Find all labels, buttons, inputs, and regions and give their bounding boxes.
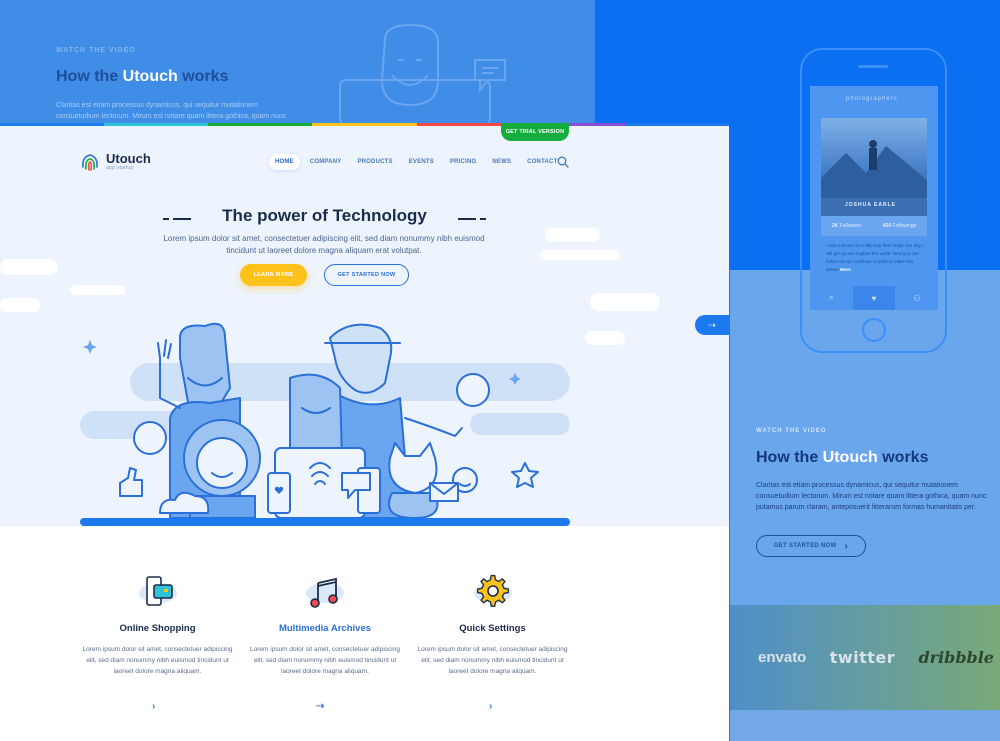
cloud: [0, 259, 58, 275]
cloud: [70, 285, 125, 295]
nav-events[interactable]: EVENTS: [403, 154, 440, 170]
cloud: [585, 331, 625, 345]
get-started-button[interactable]: GET STARTED NOW: [324, 264, 409, 286]
team-illustration: [80, 322, 570, 526]
color-strip: [0, 123, 729, 126]
feature-title[interactable]: Multimedia Archives: [248, 623, 403, 634]
nav-pricing[interactable]: PRICING: [444, 154, 482, 170]
color-strip-segment: [0, 123, 105, 126]
gear-icon: [473, 574, 512, 607]
main-nav: HOME COMPANY PRODUCTS EVENTS PRICING NEW…: [269, 154, 563, 170]
phone-stats: 2K Followers 450 Followings: [821, 216, 927, 236]
phone-tab-search-icon[interactable]: ⌕: [810, 286, 853, 310]
video-eyebrow: WATCH THE VIDEO: [756, 428, 827, 434]
nav-news[interactable]: NEWS: [486, 154, 517, 170]
cloud: [545, 228, 600, 242]
phone-app-header: photographers: [846, 96, 898, 102]
hero-subtitle: Lorem ipsum dolor sit amet, consectetuer…: [163, 234, 485, 255]
site-logo[interactable]: Utouch app startup: [80, 151, 151, 173]
feature-multimedia-archives: Multimedia Archives Lorem ipsum dolor si…: [248, 573, 403, 677]
feature-title: Quick Settings: [459, 623, 526, 634]
site-preview: GET TRIAL VERSION Utouch app startup HOM…: [0, 123, 729, 741]
cloud: [0, 298, 40, 312]
slider-next-arrow-icon[interactable]: ⇢: [695, 315, 729, 335]
feature-text: Lorem ipsum dolor sit amet, consectetuer…: [250, 646, 400, 675]
music-note-icon: [306, 577, 344, 608]
nav-home[interactable]: HOME: [269, 154, 300, 170]
color-strip-segment: [624, 123, 729, 126]
phone-profile-photo: JOSHUA EARLE: [821, 118, 927, 216]
feature-online-shopping: Online Shopping Lorem ipsum dolor sit am…: [80, 573, 235, 677]
phone-tab-bar: ⌕ ♥ ⚇: [810, 286, 938, 310]
video-section-title: How the Utouch works: [756, 449, 929, 466]
feature-text: Lorem ipsum dolor sit amet, consectetuer…: [82, 646, 233, 675]
feature-quick-settings: Quick Settings Lorem ipsum dolor sit ame…: [415, 573, 570, 677]
envato-logo[interactable]: envato: [758, 649, 806, 666]
fingerprint-icon: [82, 154, 98, 171]
chevron-right-icon[interactable]: ›: [152, 701, 155, 712]
logo-name: Utouch: [106, 151, 151, 166]
hero-title: The power of Technology: [222, 206, 427, 225]
phone-speaker: [858, 65, 888, 68]
features-row: Online Shopping Lorem ipsum dolor sit am…: [80, 573, 570, 677]
background-panel-bottom: [730, 710, 1000, 741]
phone-stat-followers: 2K Followers: [831, 223, 862, 229]
dribbble-logo[interactable]: dribbble: [918, 648, 994, 667]
bg-section-title: How the Utouch works: [56, 68, 229, 85]
chevron-right-icon[interactable]: ›: [489, 701, 492, 712]
phone-home-button: [862, 318, 886, 342]
cloud: [590, 293, 660, 311]
color-strip-segment: [104, 123, 209, 126]
color-strip-segment: [312, 123, 417, 126]
cloud: [540, 250, 620, 260]
shopping-card-icon: [138, 576, 177, 606]
phone-bio: I had a dream as a little boy that I hop…: [826, 243, 924, 272]
get-trial-button[interactable]: GET TRIAL VERSION: [501, 123, 569, 141]
brand-logos: envato twitter dribbble: [758, 648, 994, 667]
arrow-right-icon[interactable]: ⇢: [316, 701, 324, 712]
video-paragraph: Claritas est etiam processus dynamicus, …: [756, 482, 987, 511]
phone-stat-followings: 450 Followings: [882, 223, 917, 229]
video-get-started-button[interactable]: GET STARTED NOW ›: [756, 535, 866, 557]
phone-tab-heart-icon[interactable]: ♥: [852, 286, 896, 310]
search-icon[interactable]: [557, 156, 569, 168]
learn-more-button[interactable]: LEARN MORE: [240, 264, 307, 286]
color-strip-segment: [208, 123, 313, 126]
feature-text: Lorem ipsum dolor sit amet, consectetuer…: [417, 646, 568, 675]
nav-company[interactable]: COMPANY: [304, 154, 348, 170]
bg-eyebrow: WATCH THE VIDEO: [56, 47, 136, 54]
phone-tab-user-icon[interactable]: ⚇: [895, 286, 938, 310]
chevron-right-icon: ›: [844, 540, 849, 552]
bg-character-illustration: [339, 23, 506, 125]
phone-user-name: JOSHUA EARLE: [845, 202, 896, 208]
twitter-logo[interactable]: twitter: [830, 648, 895, 667]
feature-title: Online Shopping: [119, 623, 196, 634]
nav-products[interactable]: PRODUCTS: [351, 154, 398, 170]
